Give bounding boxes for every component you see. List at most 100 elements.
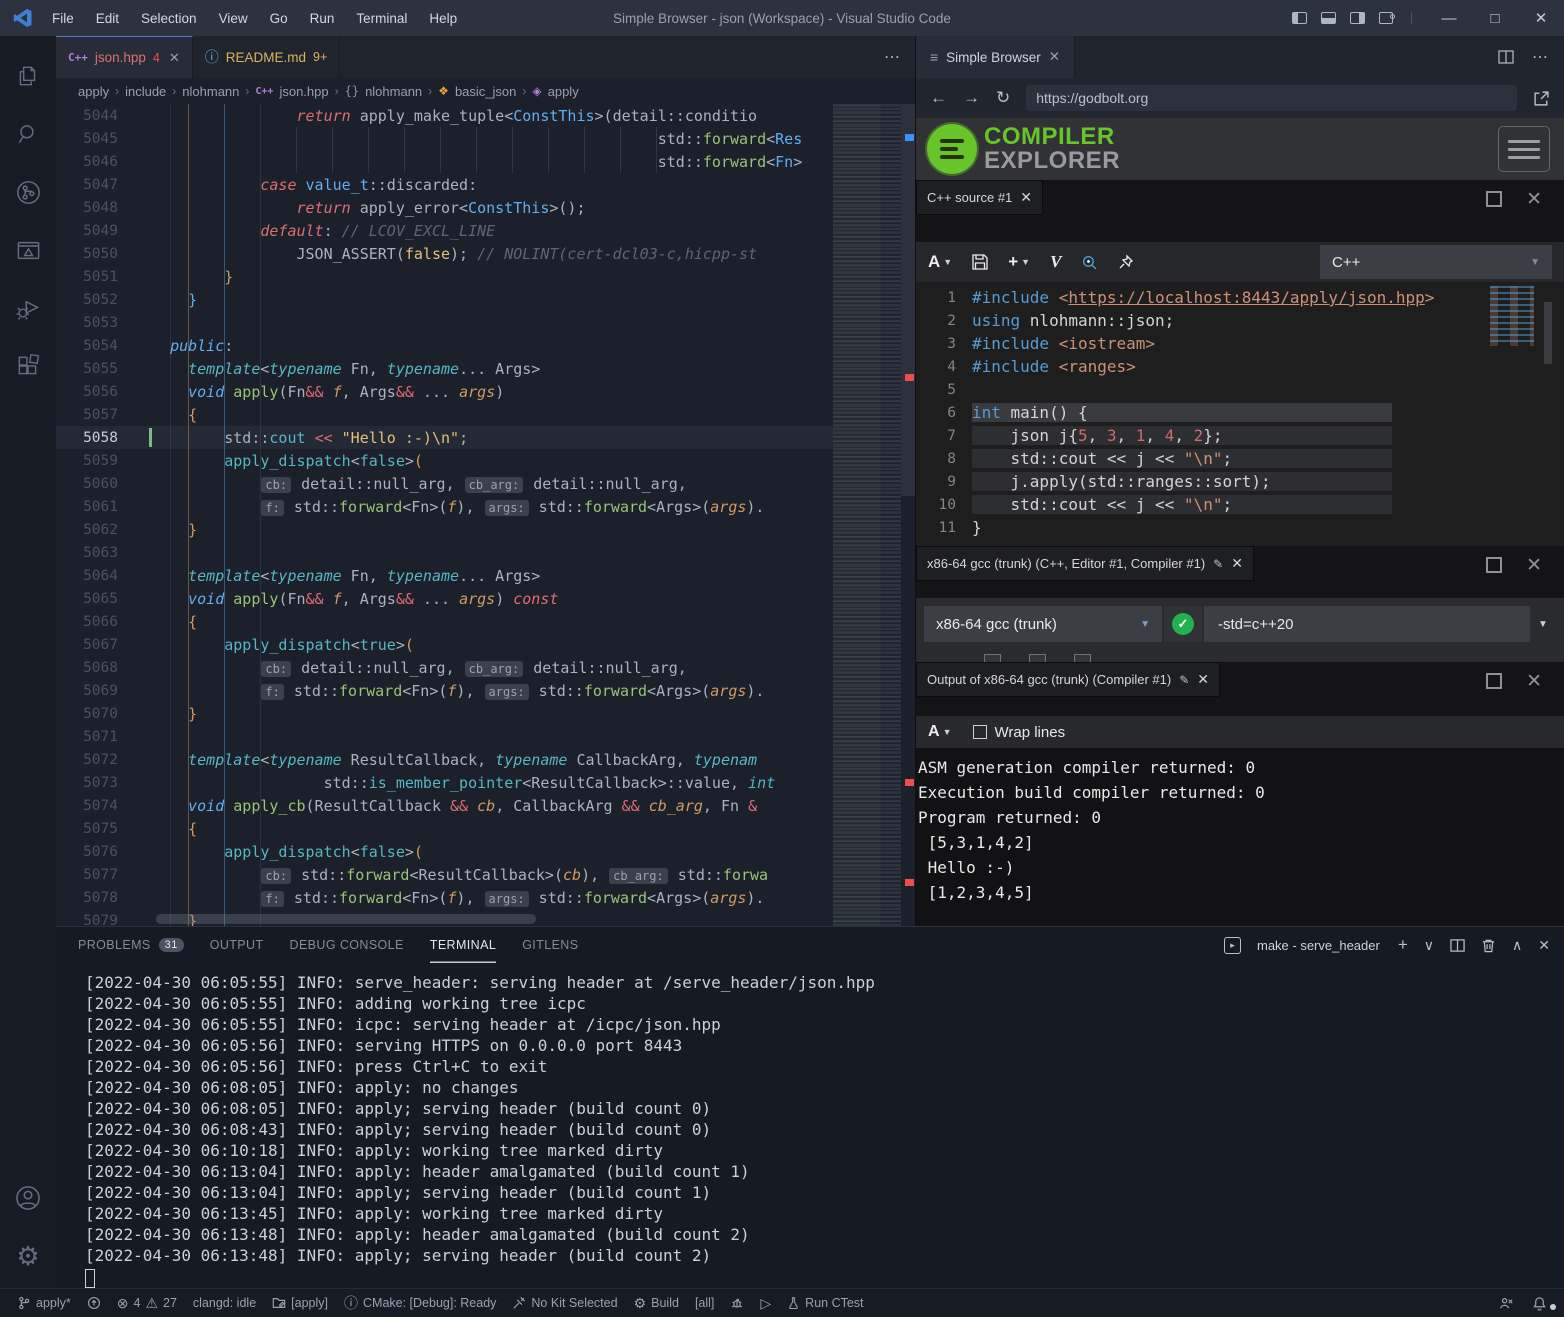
maximize-button[interactable]: □ <box>1472 0 1518 36</box>
tab-readme-md[interactable]: ⓘ README.md 9+ <box>193 36 341 78</box>
breadcrumb-item[interactable]: basic_json <box>455 84 516 99</box>
tab-simple-browser[interactable]: ≡ Simple Browser ✕ <box>916 36 1075 78</box>
forward-icon[interactable]: → <box>963 88 980 108</box>
breadcrumb-item[interactable]: apply <box>78 84 109 99</box>
cmake-status-item[interactable]: ⓘ CMake: [Debug]: Ready <box>337 1289 503 1317</box>
maximize-pane-icon[interactable] <box>1486 191 1502 207</box>
compiler-pane-tab[interactable]: x86-64 gcc (trunk) (C++, Editor #1, Comp… <box>916 546 1254 581</box>
split-terminal-icon[interactable] <box>1450 938 1465 953</box>
close-pane-icon[interactable]: ✕ <box>1020 189 1032 206</box>
breadcrumb-item[interactable]: nlohmann <box>182 84 239 99</box>
maximize-pane-icon[interactable] <box>1486 557 1502 573</box>
split-editor-icon[interactable] <box>1498 49 1514 65</box>
font-size-button[interactable]: A▼ <box>928 252 952 272</box>
notifications-bell-item[interactable] <box>1525 1296 1554 1311</box>
menu-go[interactable]: Go <box>261 7 297 30</box>
menu-help[interactable]: Help <box>420 7 466 30</box>
account-icon[interactable] <box>4 1172 52 1224</box>
launch-item[interactable]: ▷ <box>753 1289 778 1317</box>
options-dropdown-icon[interactable]: ▼ <box>1530 619 1556 630</box>
close-pane-icon[interactable]: ✕ <box>1526 670 1542 693</box>
edit-title-icon[interactable]: ✎ <box>1179 673 1189 687</box>
save-button[interactable] <box>972 254 988 270</box>
back-icon[interactable]: ← <box>930 88 947 108</box>
clangd-status-item[interactable]: clangd: idle <box>186 1289 263 1317</box>
maximize-panel-icon[interactable]: ∧ <box>1512 937 1522 954</box>
edit-title-icon[interactable]: ✎ <box>1213 557 1223 571</box>
build-target-item[interactable]: [all] <box>688 1289 721 1317</box>
sync-item[interactable] <box>80 1289 108 1317</box>
customize-layout-icon[interactable] <box>1379 12 1393 24</box>
close-pane-icon[interactable]: ✕ <box>1231 555 1243 572</box>
build-item[interactable]: ⚙ Build <box>627 1289 686 1317</box>
godbolt-source-editor[interactable]: 1#include <https://localhost:8443/apply/… <box>916 282 1564 546</box>
menu-selection[interactable]: Selection <box>132 7 206 30</box>
compiler-explorer-title[interactable]: COMPILER EXPLORER <box>984 125 1120 174</box>
scrollbar[interactable] <box>1544 302 1552 364</box>
terminal-session-label[interactable]: make - serve_header <box>1257 938 1380 953</box>
breadcrumb-item[interactable]: nlohmann <box>365 84 422 99</box>
terminal-output[interactable]: [2022-04-30 06:05:55] INFO: serve_header… <box>56 963 1564 1288</box>
git-branch-item[interactable]: apply* <box>10 1289 78 1317</box>
compiler-options-input[interactable]: -std=c++20 <box>1204 606 1530 642</box>
reload-icon[interactable]: ↻ <box>996 88 1010 108</box>
minimize-button[interactable]: — <box>1426 0 1472 36</box>
close-panel-icon[interactable]: ✕ <box>1538 937 1550 954</box>
wrap-lines-checkbox[interactable]: Wrap lines <box>973 724 1065 741</box>
language-select[interactable]: C++▼ <box>1320 245 1552 279</box>
panel-tab-gitlens[interactable]: GITLENS <box>522 927 578 963</box>
menu-terminal[interactable]: Terminal <box>347 7 416 30</box>
explorer-icon[interactable] <box>4 50 52 102</box>
close-pane-icon[interactable]: ✕ <box>1526 554 1542 577</box>
search-icon[interactable] <box>4 108 52 160</box>
close-pane-icon[interactable]: ✕ <box>1526 188 1542 211</box>
minimap[interactable] <box>833 104 901 926</box>
close-tab-icon[interactable]: ✕ <box>1049 49 1060 65</box>
source-pane-tab[interactable]: C++ source #1 ✕ <box>916 180 1043 215</box>
toggle-sidebar-icon[interactable] <box>1292 12 1307 24</box>
search-button[interactable] <box>1081 254 1098 271</box>
run-debug-icon[interactable] <box>4 282 52 334</box>
kill-terminal-icon[interactable] <box>1481 938 1496 953</box>
horizontal-scrollbar[interactable] <box>156 914 536 924</box>
menu-view[interactable]: View <box>210 7 257 30</box>
feedback-item[interactable] <box>1492 1296 1521 1311</box>
font-size-button[interactable]: A▼ <box>928 723 951 741</box>
maximize-pane-icon[interactable] <box>1486 673 1502 689</box>
new-terminal-icon[interactable]: + <box>1398 935 1408 955</box>
kit-item[interactable]: No Kit Selected <box>505 1289 624 1317</box>
close-button[interactable]: ✕ <box>1518 0 1564 36</box>
open-external-icon[interactable] <box>1533 90 1550 107</box>
compiler-explorer-logo-icon[interactable] <box>930 127 974 171</box>
menu-edit[interactable]: Edit <box>87 7 128 30</box>
debug-item[interactable] <box>723 1289 751 1317</box>
cmake-folder-item[interactable]: [apply] <box>265 1289 335 1317</box>
breadcrumb-item[interactable]: json.hpp <box>279 84 328 99</box>
vim-toggle-button[interactable]: V <box>1050 252 1061 272</box>
hamburger-menu-icon[interactable] <box>1498 126 1550 172</box>
panel-tab-terminal[interactable]: TERMINAL <box>430 927 496 963</box>
cmake-icon[interactable] <box>4 224 52 276</box>
panel-tab-debug-console[interactable]: DEBUG CONSOLE <box>290 927 404 963</box>
menu-run[interactable]: Run <box>301 7 344 30</box>
breadcrumb-item[interactable]: include <box>125 84 166 99</box>
editor-more-actions-icon[interactable]: ⋯ <box>884 36 901 78</box>
code-editor[interactable]: 5044 return apply_make_tuple<ConstThis>(… <box>56 104 915 926</box>
more-actions-icon[interactable]: ⋯ <box>1532 47 1548 67</box>
scrollbar[interactable] <box>901 104 915 496</box>
terminal-dropdown-icon[interactable]: ∨ <box>1424 937 1434 954</box>
ctest-item[interactable]: Run CTest <box>780 1289 870 1317</box>
close-pane-icon[interactable]: ✕ <box>1197 671 1209 688</box>
breadcrumb-item[interactable]: apply <box>548 84 579 99</box>
problems-item[interactable]: ⊗ 4 ⚠ 27 <box>110 1289 184 1317</box>
compiler-select[interactable]: x86-64 gcc (trunk)▼ <box>924 606 1162 642</box>
panel-tab-problems[interactable]: PROBLEMS31 <box>78 927 184 963</box>
output-pane-tab[interactable]: Output of x86-64 gcc (trunk) (Compiler #… <box>916 662 1220 697</box>
toggle-panel-icon[interactable] <box>1321 12 1336 24</box>
toggle-secondary-sidebar-icon[interactable] <box>1350 12 1365 24</box>
panel-tab-output[interactable]: OUTPUT <box>210 927 264 963</box>
settings-gear-icon[interactable]: ⚙ <box>4 1230 52 1282</box>
close-tab-icon[interactable]: ✕ <box>169 50 180 66</box>
source-control-icon[interactable] <box>4 166 52 218</box>
menu-file[interactable]: File <box>43 7 83 30</box>
